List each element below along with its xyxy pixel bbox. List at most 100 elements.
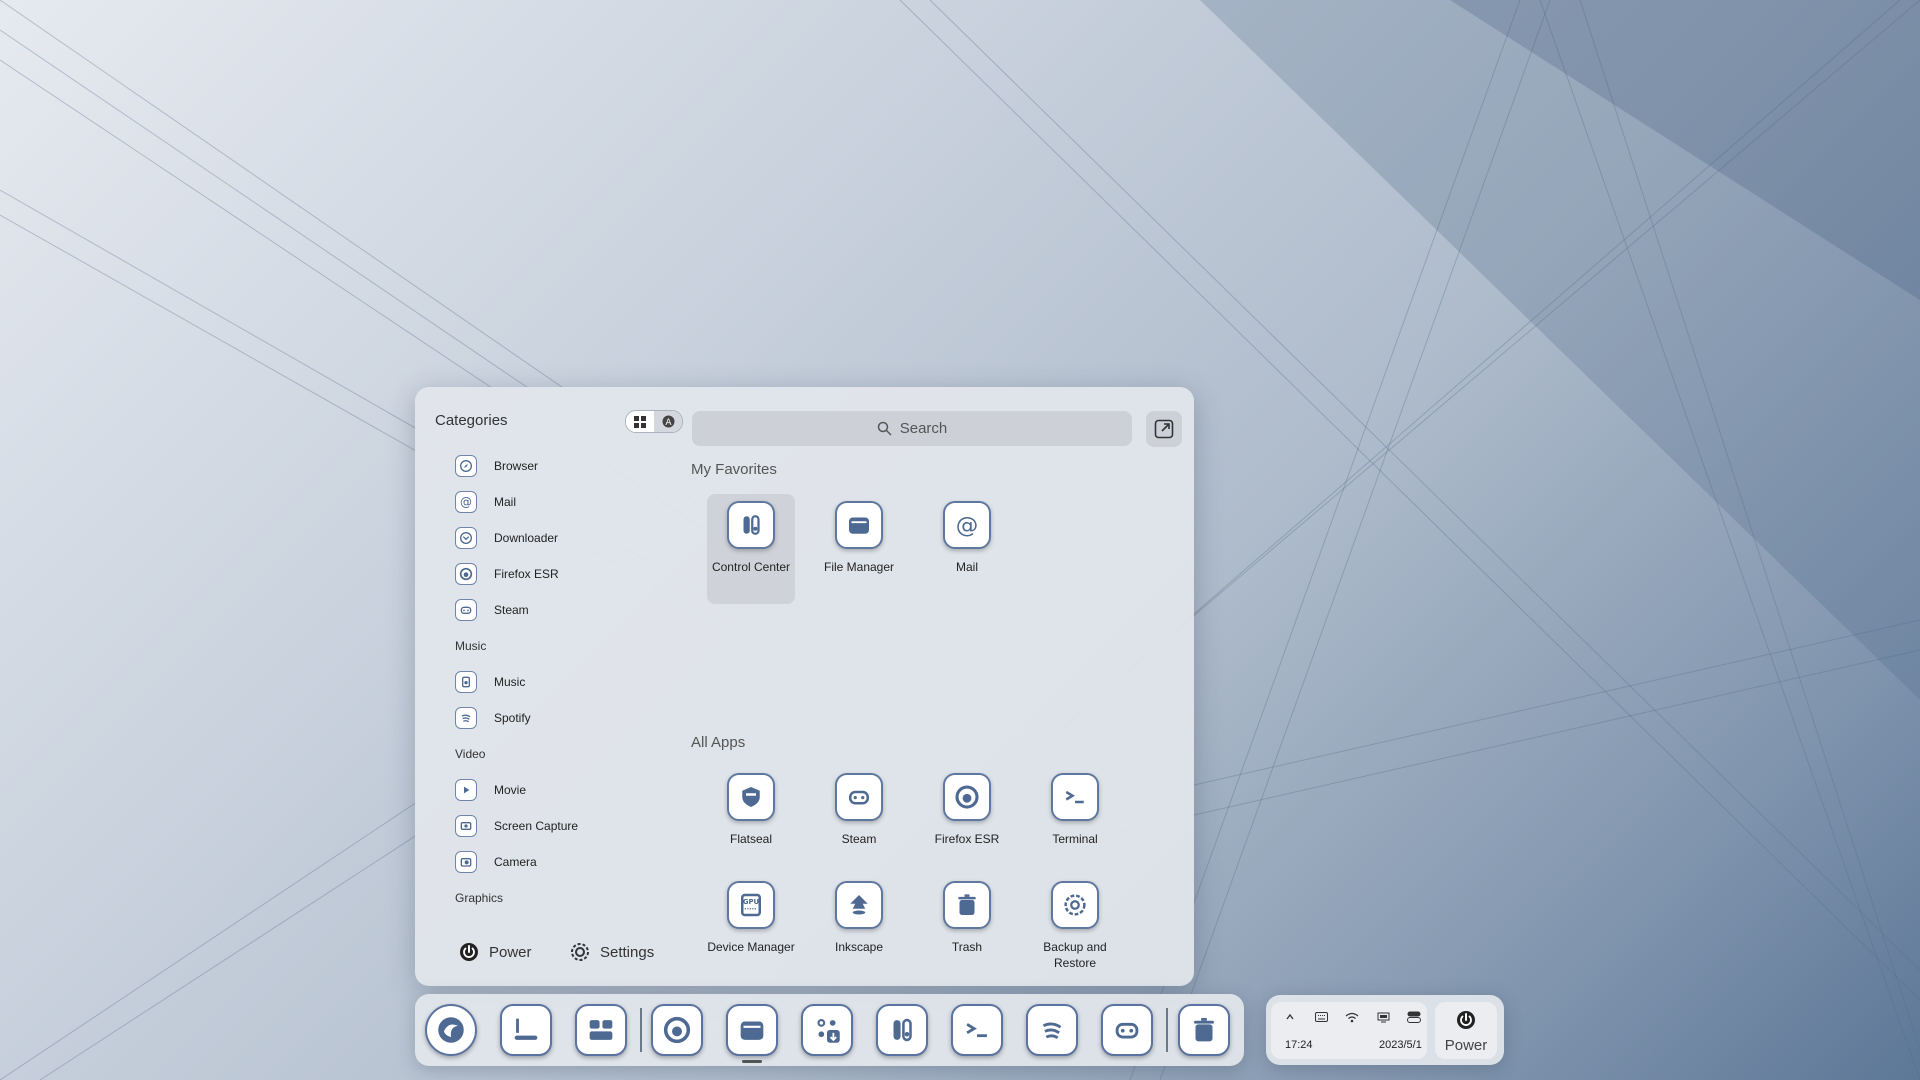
category-item[interactable]: Downloader: [455, 520, 655, 556]
app-tile[interactable]: Steam: [815, 766, 903, 876]
category-item[interactable]: Screen Capture: [455, 808, 655, 844]
firefox-icon-glyph: [459, 567, 473, 581]
category-item[interactable]: Spotify: [455, 700, 655, 736]
steam-icon-glyph: [460, 606, 472, 614]
favorite-app-tile[interactable]: File Manager: [815, 494, 903, 604]
settings-icon: [571, 943, 589, 961]
deepin-launcher-icon: [438, 1017, 464, 1043]
category-item-label: Firefox ESR: [494, 567, 559, 581]
power-button[interactable]: Power: [459, 942, 532, 962]
screen-icon[interactable]: [1376, 1010, 1390, 1024]
category-item[interactable]: Browser: [455, 448, 655, 484]
all-apps-title: All Apps: [691, 734, 746, 751]
app-tile[interactable]: GPU Device Manager: [707, 874, 795, 984]
category-item-label: Music: [494, 675, 526, 689]
app-tile[interactable]: Firefox ESR: [923, 766, 1011, 876]
tray-status-area[interactable]: 17:24 2023/5/1: [1271, 1002, 1427, 1059]
category-item[interactable]: @ Mail: [455, 484, 655, 520]
category-item-label: Browser: [494, 459, 539, 473]
firefox-icon: [455, 563, 477, 585]
dock-control-center-button[interactable]: [876, 1004, 928, 1056]
power-icon: [460, 943, 478, 961]
category-item[interactable]: Music: [455, 664, 655, 700]
search-icon: [877, 421, 892, 436]
category-item-label: Movie: [494, 783, 527, 797]
inkscape-icon: [835, 881, 883, 929]
category-item[interactable]: Camera: [455, 844, 655, 880]
firefox-icon-glyph: [955, 785, 979, 809]
dock-terminal-button[interactable]: [951, 1004, 1003, 1056]
dock-app-store-button[interactable]: [801, 1004, 853, 1056]
dock-spotify-button[interactable]: [1026, 1004, 1078, 1056]
app-name: File Manager: [823, 560, 895, 574]
control-center-icon: [727, 501, 775, 549]
app-tile[interactable]: Backup and Restore: [1031, 874, 1119, 984]
screen-capture-icon-glyph: [460, 822, 472, 830]
search-input[interactable]: Search: [692, 411, 1132, 446]
favorite-app-tile[interactable]: Control Center: [707, 494, 795, 604]
dock-file-manager-button[interactable]: [726, 1004, 778, 1056]
category-item[interactable]: Firefox ESR: [455, 556, 655, 592]
wifi-icon[interactable]: [1345, 1010, 1359, 1024]
show-desktop-icon: [514, 1018, 538, 1040]
app-name: Terminal: [1052, 832, 1098, 846]
clock-time: 17:24: [1285, 1039, 1313, 1051]
dock-multitasking-button[interactable]: [575, 1004, 627, 1056]
trash-icon: [943, 881, 991, 929]
favorite-app-tile[interactable]: @ Mail: [923, 494, 1011, 604]
svg-text:A: A: [665, 418, 672, 428]
flatseal-icon: [727, 773, 775, 821]
spotify-icon-glyph: [461, 714, 471, 723]
app-name: Steam: [841, 832, 877, 846]
multitasking-icon: [589, 1020, 613, 1040]
dock-trash-button[interactable]: [1178, 1004, 1230, 1056]
chevron-up-icon[interactable]: [1283, 1010, 1297, 1024]
category-header: Graphics: [455, 891, 504, 905]
view-mode-toggle[interactable]: A: [625, 410, 683, 433]
category-header: Music: [455, 639, 487, 653]
app-name: Control Center: [711, 560, 791, 574]
device-manager-icon: GPU: [727, 881, 775, 929]
category-view-button[interactable]: [626, 411, 654, 432]
mail-icon: @: [455, 491, 477, 513]
tray-power-button[interactable]: Power: [1435, 1002, 1497, 1059]
category-item-label: Camera: [494, 855, 537, 869]
dock-separator: [1166, 1008, 1168, 1052]
app-name: Flatseal: [729, 832, 773, 846]
mail-icon-glyph: @: [956, 513, 979, 539]
downloader-icon: [455, 527, 477, 549]
category-item[interactable]: Steam: [455, 592, 655, 628]
dock-show-desktop-button[interactable]: [500, 1004, 552, 1056]
mail-icon: @: [943, 501, 991, 549]
app-name: Mail: [955, 560, 978, 574]
file-manager-icon: [740, 1021, 764, 1040]
settings-button[interactable]: Settings: [570, 942, 654, 962]
terminal-icon: [1051, 773, 1099, 821]
app-name: Trash: [951, 940, 983, 954]
app-name: Device Manager: [707, 940, 795, 954]
keyboard-icon[interactable]: [1314, 1010, 1328, 1024]
dock-launcher-button[interactable]: [425, 1004, 477, 1056]
device-manager-icon-glyph: GPU: [741, 893, 761, 917]
tray-power-label: Power: [1444, 1037, 1488, 1054]
dock-firefox-button[interactable]: [651, 1004, 703, 1056]
category-item[interactable]: Movie: [455, 772, 655, 808]
app-tile[interactable]: Terminal: [1031, 766, 1119, 876]
app-tile[interactable]: Inkscape: [815, 874, 903, 984]
expand-icon: [1154, 419, 1174, 439]
app-tile[interactable]: Trash: [923, 874, 1011, 984]
spotify-icon: [455, 707, 477, 729]
clock-date: 2023/5/1: [1379, 1039, 1422, 1051]
alphabetical-view-button[interactable]: A: [654, 411, 682, 432]
app-tile[interactable]: Flatseal: [707, 766, 795, 876]
toggle-icon[interactable]: [1407, 1010, 1421, 1024]
dock-steam-button[interactable]: [1101, 1004, 1153, 1056]
spotify-icon: [1042, 1022, 1062, 1040]
backup-restore-icon: [1051, 881, 1099, 929]
fullscreen-button[interactable]: [1146, 411, 1182, 447]
firefox-icon: [943, 773, 991, 821]
dock: [415, 994, 1244, 1066]
grid-icon: [634, 415, 646, 428]
app-name: Inkscape: [834, 940, 884, 954]
downloader-icon-glyph: [460, 532, 472, 544]
